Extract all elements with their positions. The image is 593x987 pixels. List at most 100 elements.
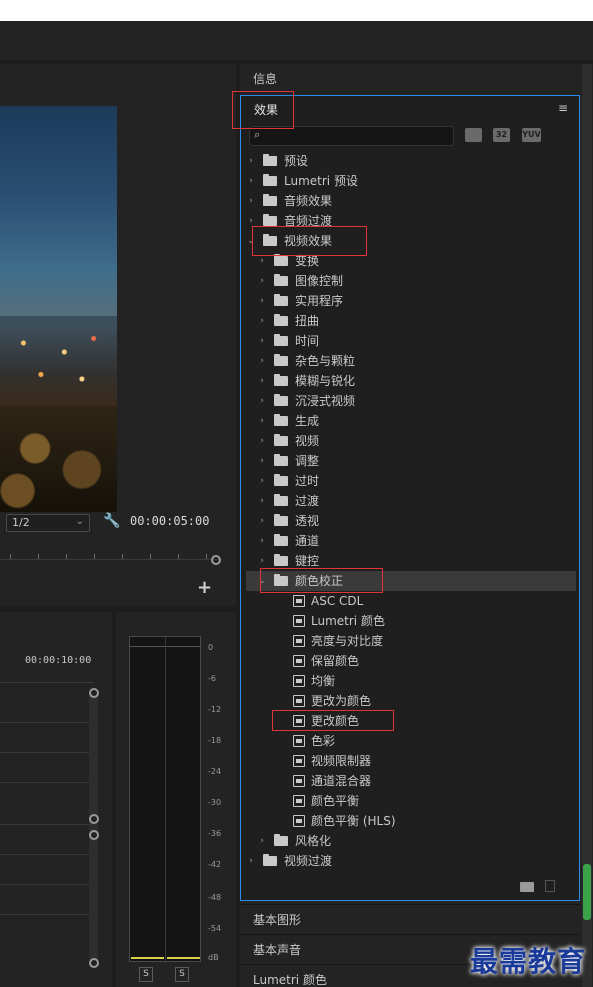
chevron-right-icon[interactable]: › bbox=[257, 431, 267, 451]
tree-item[interactable]: 通道混合器 bbox=[246, 771, 576, 791]
chevron-right-icon[interactable]: › bbox=[257, 831, 267, 851]
chevron-right-icon[interactable]: › bbox=[257, 451, 267, 471]
tree-item[interactable]: › 视频过渡 bbox=[246, 851, 576, 871]
ruler-tick bbox=[122, 554, 123, 559]
db-label: -42 bbox=[208, 860, 222, 869]
tree-item[interactable]: › 过渡 bbox=[246, 491, 576, 511]
tree-item[interactable]: › 透视 bbox=[246, 511, 576, 531]
db-label: 0 bbox=[208, 643, 214, 652]
tree-item[interactable]: › 图像控制 bbox=[246, 271, 576, 291]
tree-item[interactable]: Lumetri 颜色 bbox=[246, 611, 576, 631]
solo-right-button[interactable]: S bbox=[175, 967, 189, 982]
solo-left-button[interactable]: S bbox=[139, 967, 153, 982]
tree-item[interactable]: 颜色平衡 bbox=[246, 791, 576, 811]
right-vertical-scrollbar[interactable] bbox=[582, 64, 592, 987]
folder-icon bbox=[274, 374, 288, 386]
32bit-filter-button[interactable]: 32 bbox=[493, 128, 510, 142]
tab-essential-graphics[interactable]: 基本图形 bbox=[240, 904, 580, 932]
trash-icon[interactable] bbox=[545, 880, 555, 892]
tree-item[interactable]: 均衡 bbox=[246, 671, 576, 691]
chevron-right-icon[interactable]: › bbox=[257, 511, 267, 531]
tree-item[interactable]: ASC CDL bbox=[246, 591, 576, 611]
tree-item[interactable]: › 过时 bbox=[246, 471, 576, 491]
chevron-right-icon[interactable]: › bbox=[257, 371, 267, 391]
tree-item[interactable]: › 模糊与锐化 bbox=[246, 371, 576, 391]
chevron-right-icon[interactable]: › bbox=[257, 271, 267, 291]
tree-item[interactable]: › 调整 bbox=[246, 451, 576, 471]
chevron-right-icon[interactable]: › bbox=[246, 151, 256, 171]
chevron-right-icon[interactable]: › bbox=[246, 171, 256, 191]
chevron-right-icon[interactable]: › bbox=[257, 531, 267, 551]
chevron-right-icon[interactable]: › bbox=[257, 311, 267, 331]
panel-menu-icon[interactable]: ≡ bbox=[558, 101, 568, 115]
tree-item[interactable]: 视频限制器 bbox=[246, 751, 576, 771]
folder-icon bbox=[274, 454, 288, 466]
chevron-right-icon[interactable]: › bbox=[257, 471, 267, 491]
scrollbar-green-thumb[interactable] bbox=[583, 864, 591, 920]
tree-item[interactable]: › 实用程序 bbox=[246, 291, 576, 311]
accelerated-effects-filter-icon[interactable] bbox=[465, 128, 482, 142]
tree-item[interactable]: 更改为颜色 bbox=[246, 691, 576, 711]
folder-icon bbox=[263, 214, 277, 226]
tree-item-label: ASC CDL bbox=[311, 594, 364, 608]
add-button-icon[interactable]: + bbox=[197, 577, 212, 598]
top-white-strip bbox=[0, 0, 593, 21]
timeline-track-line bbox=[0, 722, 94, 723]
zoom-scroll-handle[interactable] bbox=[211, 555, 221, 565]
tree-item[interactable]: › 预设 bbox=[246, 149, 576, 171]
tree-item[interactable]: › 音频效果 bbox=[246, 191, 576, 211]
tree-item[interactable]: 色彩 bbox=[246, 731, 576, 751]
chevron-right-icon[interactable]: › bbox=[257, 411, 267, 431]
db-label: -24 bbox=[208, 767, 222, 776]
tree-item-label: 沉浸式视频 bbox=[295, 394, 356, 408]
tree-item[interactable]: › Lumetri 预设 bbox=[246, 169, 576, 191]
effect-icon bbox=[293, 615, 305, 627]
new-bin-icon[interactable] bbox=[520, 882, 534, 892]
tab-info[interactable]: 信息 bbox=[240, 64, 580, 92]
tree-item[interactable]: › 风格化 bbox=[246, 831, 576, 851]
chevron-right-icon[interactable]: › bbox=[257, 491, 267, 511]
tree-item[interactable]: › 扭曲 bbox=[246, 311, 576, 331]
tree-item-label: 视频 bbox=[295, 434, 320, 448]
tree-item[interactable]: 亮度与对比度 bbox=[246, 631, 576, 651]
folder-icon bbox=[274, 354, 288, 366]
monitor-time-ruler[interactable] bbox=[0, 540, 220, 560]
scroll-handle-mid[interactable] bbox=[89, 814, 99, 824]
chevron-right-icon[interactable]: › bbox=[257, 291, 267, 311]
tree-item-label: 颜色平衡 (HLS) bbox=[311, 814, 396, 828]
db-label: -12 bbox=[208, 705, 222, 714]
timeline-timecode: 00:00:10:00 bbox=[25, 655, 92, 666]
tree-item-label: 扭曲 bbox=[295, 314, 320, 328]
effects-search-input[interactable]: ⌕ bbox=[249, 126, 454, 146]
timeline-vertical-scrollbar[interactable] bbox=[89, 692, 98, 962]
peak-indicator-left bbox=[130, 637, 165, 647]
tree-item[interactable]: 保留颜色 bbox=[246, 651, 576, 671]
monitor-timecode[interactable]: 00:00:05:00 bbox=[130, 514, 209, 528]
folder-icon bbox=[274, 534, 288, 546]
ruler-tick bbox=[94, 554, 95, 559]
search-icon: ⌕ bbox=[254, 128, 261, 141]
scroll-handle-top[interactable] bbox=[89, 688, 99, 698]
tree-item[interactable]: 颜色平衡 (HLS) bbox=[246, 811, 576, 831]
tree-item[interactable]: › 时间 bbox=[246, 331, 576, 351]
wrench-icon[interactable]: 🔧 bbox=[103, 513, 120, 529]
tree-item-label: 亮度与对比度 bbox=[311, 634, 384, 648]
video-city-lights bbox=[0, 316, 117, 406]
tree-item[interactable]: › 杂色与颗粒 bbox=[246, 351, 576, 371]
tree-item[interactable]: › 沉浸式视频 bbox=[246, 391, 576, 411]
yuv-filter-button[interactable]: YUV bbox=[522, 128, 541, 142]
tree-item-label: 过渡 bbox=[295, 494, 320, 508]
tree-item-label: 更改为颜色 bbox=[311, 694, 372, 708]
tree-item[interactable]: › 通道 bbox=[246, 531, 576, 551]
chevron-right-icon[interactable]: › bbox=[257, 331, 267, 351]
scroll-handle-mid2[interactable] bbox=[89, 830, 99, 840]
scroll-handle-bottom[interactable] bbox=[89, 958, 99, 968]
chevron-right-icon[interactable]: › bbox=[246, 851, 256, 871]
chevron-right-icon[interactable]: › bbox=[257, 351, 267, 371]
zoom-level-select[interactable]: 1/2 ⌄ bbox=[6, 514, 90, 532]
tree-item[interactable]: › 生成 bbox=[246, 411, 576, 431]
chevron-right-icon[interactable]: › bbox=[246, 191, 256, 211]
chevron-right-icon[interactable]: › bbox=[257, 391, 267, 411]
tree-item[interactable]: › 视频 bbox=[246, 431, 576, 451]
effects-panel-footer bbox=[241, 874, 579, 900]
